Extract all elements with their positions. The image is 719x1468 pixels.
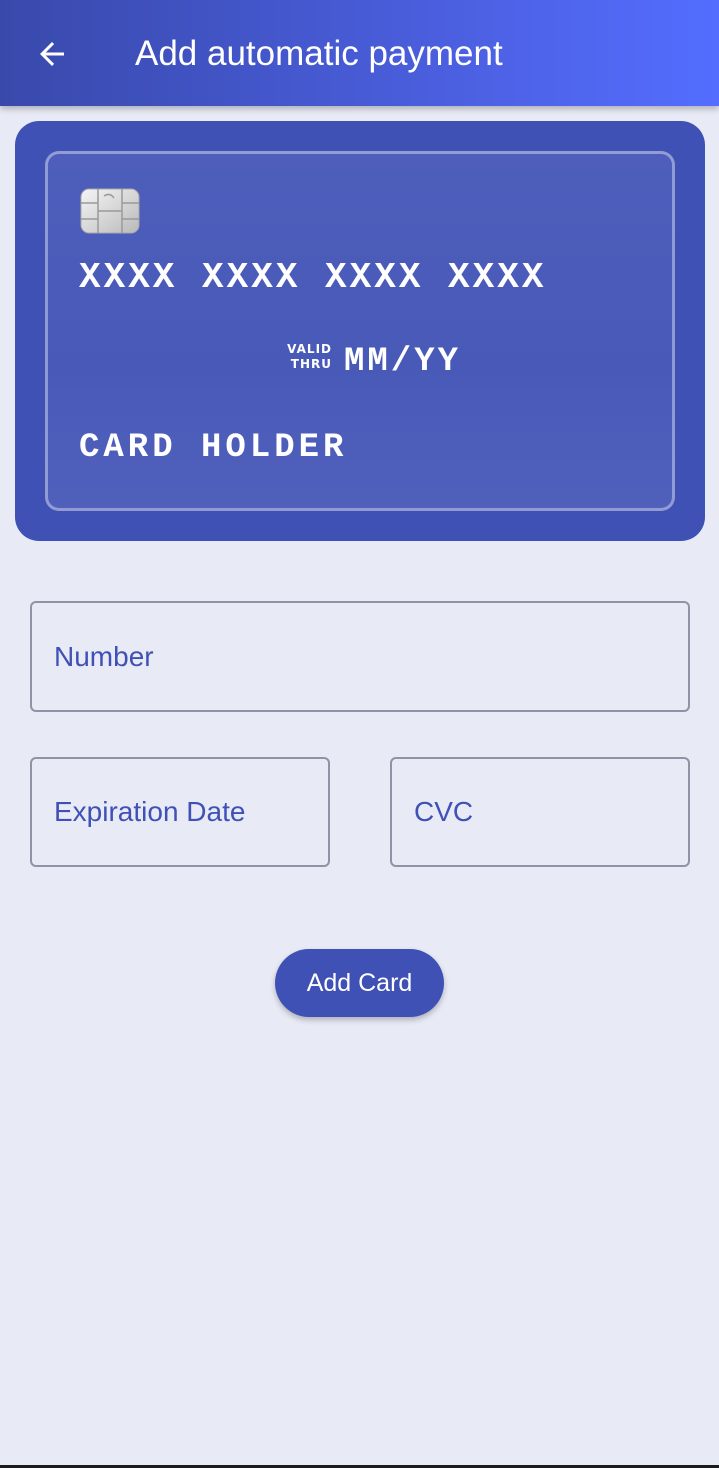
arrow-back-icon [40,42,64,66]
cvc-field[interactable] [390,757,690,867]
app-bar: Add automatic payment [0,0,719,106]
card-expiry-display: MM/YY [344,343,462,381]
valid-thru-label: VALID THRU [280,342,332,372]
card-chip-icon [80,188,140,234]
card-holder-display: CARD HOLDER [79,429,348,467]
expiration-date-field[interactable] [30,757,330,867]
cvc-input[interactable] [392,759,688,865]
add-card-button[interactable]: Add Card [275,949,444,1017]
card-number-input[interactable] [32,603,688,710]
card-preview-container: XXXX XXXX XXXX XXXX VALID THRU MM/YY CAR… [15,121,705,541]
valid-label: VALID [287,342,332,356]
thru-label: THRU [290,357,332,371]
card-number-display: XXXX XXXX XXXX XXXX [79,257,547,298]
back-button[interactable] [28,30,76,78]
page-title: Add automatic payment [135,34,503,73]
credit-card-preview: XXXX XXXX XXXX XXXX VALID THRU MM/YY CAR… [45,151,675,511]
card-number-field[interactable] [30,601,690,712]
expiration-date-input[interactable] [32,759,328,865]
